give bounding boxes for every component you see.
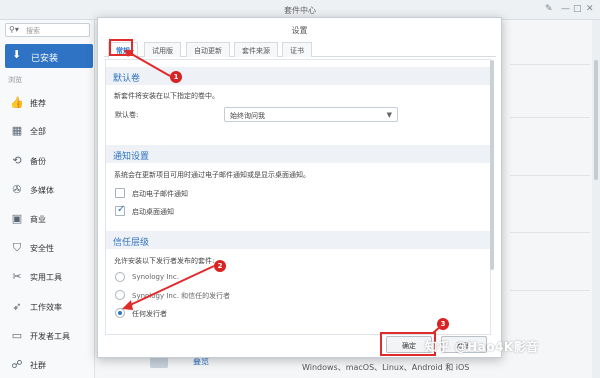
rocket-icon: ➶ (12, 300, 22, 313)
sidebar-item-security[interactable]: ⛉ 安全性 (10, 240, 90, 256)
annotation-number: 1 (170, 71, 182, 83)
chevron-down-icon: ▼ (386, 111, 392, 119)
annotation-number: 3 (437, 318, 449, 330)
app-description: Windows、macOS、Linux、Android 和 iOS (302, 363, 470, 372)
sidebar-item-label: 备份 (30, 157, 46, 166)
section-header-trust-level: 信任层级 (106, 231, 490, 249)
community-icon: ☍ (11, 358, 23, 371)
default-volume-select[interactable]: 始终询问我 ▼ (224, 107, 398, 122)
film-reel-icon: ✇ (12, 183, 22, 196)
sidebar-item-label: 商业 (30, 215, 46, 224)
settings-dialog: 设置 常规 试用版 自动更新 套件来源 证书 默认卷 新套件将安装在以下指定的卷… (97, 17, 502, 358)
sidebar-item-label: 安全性 (30, 244, 54, 253)
annotation-number: 2 (214, 260, 226, 272)
shield-icon: ⛉ (12, 241, 22, 254)
grid-icon: ▦ (11, 124, 23, 137)
divider (510, 175, 590, 176)
notification-description: 系统会在更新项目可用时通过电子邮件通知或是显示桌面通知。 (114, 171, 310, 179)
sidebar-item-productivity[interactable]: ➶ 工作效率 (10, 299, 90, 315)
minimize-icon[interactable]: — (561, 4, 570, 14)
sidebar-item-installed[interactable]: ⬇ 已安装 (5, 44, 93, 68)
sidebar-item-label: 推荐 (30, 99, 46, 108)
email-notification-checkbox[interactable] (115, 188, 125, 198)
close-icon[interactable]: ✕ (586, 4, 594, 14)
pin-icon[interactable]: ✎ (545, 4, 553, 14)
email-notification-label: 启动电子邮件通知 (132, 190, 188, 198)
sidebar-item-label: 多媒体 (30, 186, 54, 195)
scrollbar-thumb[interactable] (594, 60, 598, 180)
main-scrollbar[interactable] (592, 20, 600, 378)
trust-radio-synology-label: Synology Inc. (132, 273, 179, 281)
search-input[interactable]: ⚲▾ 搜索 (5, 23, 90, 37)
trust-radio-synology[interactable] (115, 272, 125, 282)
default-volume-value: 始终询问我 (230, 112, 265, 120)
sidebar-item-developer-tools[interactable]: ▭ 开发者工具 (10, 328, 90, 344)
search-placeholder: 搜索 (26, 27, 40, 35)
terminal-icon: ▭ (11, 329, 23, 342)
divider (510, 117, 590, 118)
tab-auto-update[interactable]: 自动更新 (186, 42, 230, 57)
tab-trial[interactable]: 试用版 (144, 42, 181, 57)
tab-package-sources[interactable]: 套件来源 (234, 42, 278, 57)
trust-radio-any-publisher[interactable] (115, 308, 125, 318)
tab-certificates[interactable]: 证书 (282, 42, 312, 57)
sidebar-item-community[interactable]: ☍ 社群 (10, 357, 90, 373)
sidebar-item-business[interactable]: ▣ 商业 (10, 211, 90, 227)
trust-description: 允许安装以下发行者发布的套件: (114, 257, 215, 265)
dialog-title: 设置 (291, 26, 308, 35)
dialog-scrollbar[interactable] (489, 60, 495, 275)
sidebar-item-label: 工作效率 (30, 303, 62, 312)
sidebar-item-multimedia[interactable]: ✇ 多媒体 (10, 182, 90, 198)
sidebar-item-label: 开发者工具 (30, 332, 70, 341)
section-header-notification: 通知设置 (106, 145, 490, 163)
sidebar: ⚲▾ 搜索 ⬇ 已安装 浏览 👍 推荐 ▦ 全部 ⟲ 备份 ✇ 多媒体 ▣ 商业 ⛉ 安全性… (0, 20, 95, 378)
search-icon: ⚲▾ (9, 25, 19, 34)
checkmark-icon: ✓ (117, 204, 126, 215)
default-volume-label: 默认卷: (115, 111, 139, 119)
sidebar-item-all[interactable]: ▦ 全部 (10, 123, 90, 139)
section-header-default-volume: 默认卷 (106, 67, 490, 85)
divider (510, 64, 590, 65)
download-icon: ⬇ (12, 48, 22, 61)
sidebar-item-utilities[interactable]: ✂ 实用工具 (10, 269, 90, 285)
default-volume-description: 新套件将安装在以下指定的卷中。 (114, 92, 219, 100)
divider (510, 232, 590, 233)
sidebar-item-label: 已安装 (31, 54, 59, 64)
trust-radio-any-publisher-label: 任何发行者 (132, 310, 167, 318)
divider (510, 290, 590, 291)
sidebar-item-recommended[interactable]: 👍 推荐 (10, 95, 90, 111)
trust-radio-synology-trusted[interactable] (115, 290, 125, 300)
watermark: 知乎 @Hao4K影音 (425, 340, 539, 354)
browse-section-label: 浏览 (8, 76, 22, 84)
tools-icon: ✂ (12, 270, 22, 283)
tab-bar: 常规 试用版 自动更新 套件来源 证书 (104, 41, 496, 58)
sidebar-item-backup[interactable]: ⟲ 备份 (10, 153, 90, 169)
maximize-icon[interactable]: □ (573, 4, 582, 14)
backup-icon: ⟲ (12, 154, 22, 167)
sidebar-item-label: 社群 (30, 361, 46, 370)
briefcase-icon: ▣ (11, 212, 23, 225)
desktop-notification-label: 启动桌面通知 (132, 208, 174, 216)
annotation-box-general-tab (109, 39, 133, 56)
sidebar-item-label: 实用工具 (30, 273, 62, 282)
scrollbar-thumb[interactable] (490, 60, 494, 270)
window-title: 套件中心 (284, 6, 316, 15)
settings-content: 默认卷 新套件将安装在以下指定的卷中。 默认卷: 始终询问我 ▼ 通知设置 系统… (105, 59, 491, 335)
thumbs-up-icon: 👍 (10, 96, 24, 109)
sidebar-item-label: 全部 (30, 127, 46, 136)
trust-radio-synology-trusted-label: Synology Inc. 和信任的发行者 (132, 292, 231, 300)
desktop-notification-checkbox[interactable]: ✓ (115, 204, 126, 216)
